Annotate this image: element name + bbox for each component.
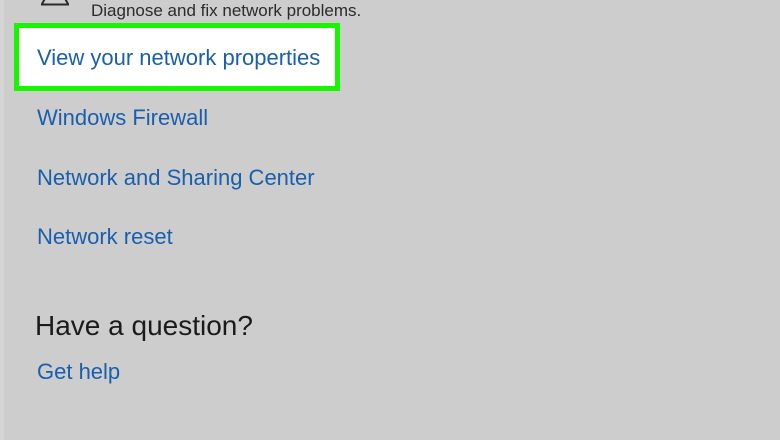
network-reset-link[interactable]: Network reset: [37, 223, 173, 251]
settings-page: Diagnose and fix network problems. View …: [0, 0, 780, 440]
troubleshooter-description: Diagnose and fix network problems.: [91, 1, 362, 20]
scroll-edge: [0, 0, 4, 440]
warning-triangle-icon: [41, 0, 69, 6]
view-network-properties-link[interactable]: View your network properties: [37, 44, 320, 72]
windows-firewall-link[interactable]: Windows Firewall: [37, 104, 208, 132]
help-section-heading: Have a question?: [35, 310, 253, 341]
get-help-link[interactable]: Get help: [37, 358, 120, 386]
network-sharing-center-link[interactable]: Network and Sharing Center: [37, 164, 315, 192]
